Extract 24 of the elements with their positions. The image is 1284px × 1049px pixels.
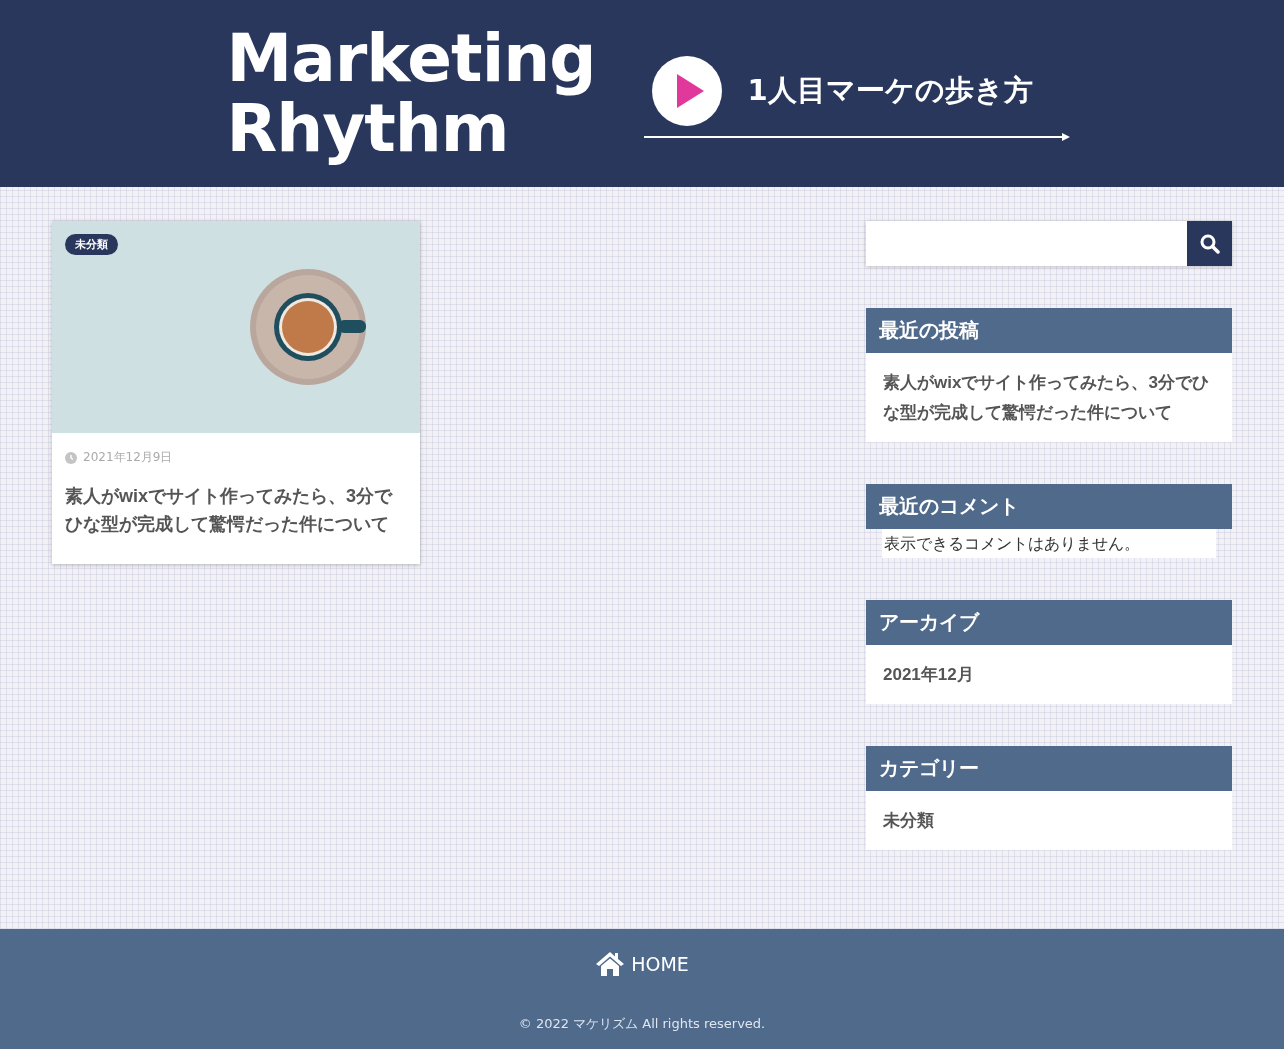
widget-heading: カテゴリー — [866, 746, 1232, 791]
home-icon — [595, 951, 626, 977]
sidebar-link[interactable]: 未分類 — [883, 806, 1215, 836]
sidebar-link[interactable]: 素人がwixでサイト作ってみたら、3分でひな型が完成して驚愕だった件について — [883, 368, 1215, 428]
arrow-icon — [643, 131, 1070, 142]
logo-tagline: 1人目マーケの歩き方 — [747, 71, 1033, 109]
post-date: 2021年12月9日 — [83, 449, 173, 466]
search-icon — [1199, 233, 1220, 254]
copyright-text: © 2022 マケリズム All rights reserved. — [518, 1015, 766, 1033]
clock-icon — [65, 451, 77, 464]
play-icon — [651, 55, 722, 126]
widget-heading: 最近のコメント — [866, 484, 1232, 529]
sidebar-link[interactable]: 2021年12月 — [883, 660, 1215, 690]
notice-text: 表示できるコメントはありません。 — [882, 529, 1216, 558]
search-field[interactable] — [866, 221, 1232, 266]
logo-text: Marketing — [226, 23, 596, 94]
widget-heading: 最近の投稿 — [866, 308, 1232, 353]
search-button[interactable] — [1187, 221, 1232, 266]
widget-heading: アーカイブ — [866, 600, 1232, 645]
category-tag[interactable]: 未分類 — [65, 234, 118, 255]
home-link[interactable]: HOME — [595, 951, 689, 977]
post-card[interactable]: 未分類 2021年12月9日 素人がwixでサイト作ってみたら、3分でひな型が完成して驚愕だった件について — [52, 221, 420, 564]
post-title[interactable]: 素人がwixでサイト作ってみたら、3分でひな型が完成して驚愕だった件について — [65, 482, 407, 538]
logo-text: Rhythm — [226, 93, 509, 164]
